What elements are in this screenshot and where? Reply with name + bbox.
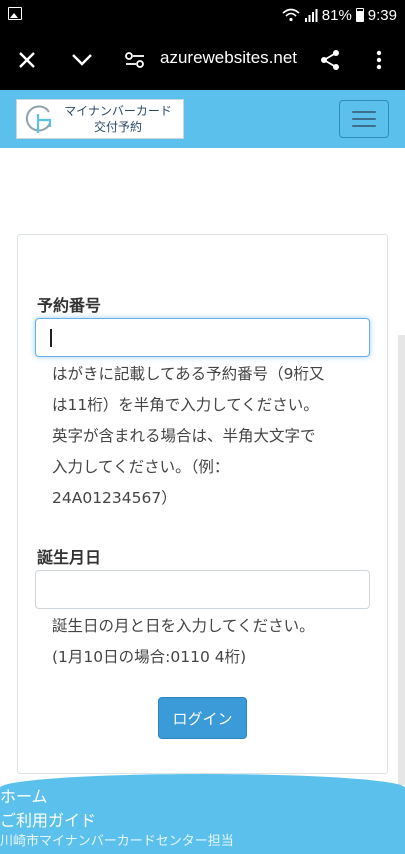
menu-toggle-button[interactable]: [339, 100, 389, 138]
share-icon: [321, 50, 339, 70]
site-settings-button[interactable]: [121, 46, 149, 74]
footer-home-link[interactable]: ホーム: [0, 783, 48, 807]
url-text[interactable]: azurewebsites.net: [160, 48, 297, 68]
menu-bar-1: [352, 111, 376, 113]
status-right: 81% 9:39: [282, 5, 397, 25]
chevron-down-icon: [72, 54, 92, 66]
battery-icon: [355, 8, 364, 22]
birthday-help: 誕生日の月と日を入力してください。 (1月10日の場合:0110 4桁): [52, 611, 315, 673]
help-line: 英字が含まれる場合は、半角大文字で: [52, 427, 316, 445]
text-caret: [50, 329, 52, 347]
logo-text: マイナンバーカード 交付予約: [59, 103, 177, 135]
clock: 9:39: [367, 6, 397, 24]
wifi-icon: [282, 8, 300, 22]
help-line: は11桁）を半角で入力してください。: [52, 396, 319, 414]
minimize-button[interactable]: [68, 46, 96, 74]
scrollbar[interactable]: [398, 335, 405, 785]
share-button[interactable]: [316, 46, 344, 74]
more-vert-icon: [376, 50, 382, 70]
battery-percent: 81%: [321, 6, 352, 24]
help-line: (1月10日の場合:0110 4桁): [52, 648, 247, 666]
reservation-number-label: 予約番号: [37, 296, 102, 315]
site-header: マイナンバーカード 交付予約: [0, 90, 405, 148]
logo-mark-icon: [25, 105, 52, 133]
logo-line-1: マイナンバーカード: [64, 104, 172, 118]
menu-bar-3: [352, 125, 376, 127]
close-icon: [19, 52, 35, 68]
logo-line-2: 交付予約: [93, 120, 142, 134]
browser-toolbar: azurewebsites.net: [0, 30, 405, 90]
tune-icon: [125, 52, 144, 68]
birthday-input[interactable]: [35, 570, 370, 609]
reservation-number-help: はがきに記載してある予約番号（9桁又 は11桁）を半角で入力してください。 英字…: [52, 359, 352, 514]
footer-credit: 川崎市マイナンバーカードセンター担当: [0, 834, 234, 849]
close-tab-button[interactable]: [13, 46, 41, 74]
signal-icon: [304, 9, 318, 22]
login-button[interactable]: ログイン: [158, 697, 247, 739]
help-line: 24A01234567）: [52, 489, 177, 507]
menu-bar-2: [352, 118, 376, 120]
more-menu-button[interactable]: [365, 46, 393, 74]
help-line: はがきに記載してある予約番号（9桁又: [52, 365, 325, 383]
site-footer: ホーム ご利用ガイド 川崎市マイナンバーカードセンター担当: [0, 774, 405, 854]
help-line: 入力してください。（例：: [52, 458, 230, 476]
help-line: 誕生日の月と日を入力してください。: [52, 617, 315, 635]
gallery-notification-icon: [8, 7, 22, 20]
status-bar: 81% 9:39: [0, 0, 405, 30]
footer-guide-link[interactable]: ご利用ガイド: [0, 807, 96, 831]
site-logo[interactable]: マイナンバーカード 交付予約: [16, 99, 184, 139]
reservation-number-input[interactable]: [35, 318, 370, 357]
birthday-label: 誕生月日: [37, 548, 102, 567]
